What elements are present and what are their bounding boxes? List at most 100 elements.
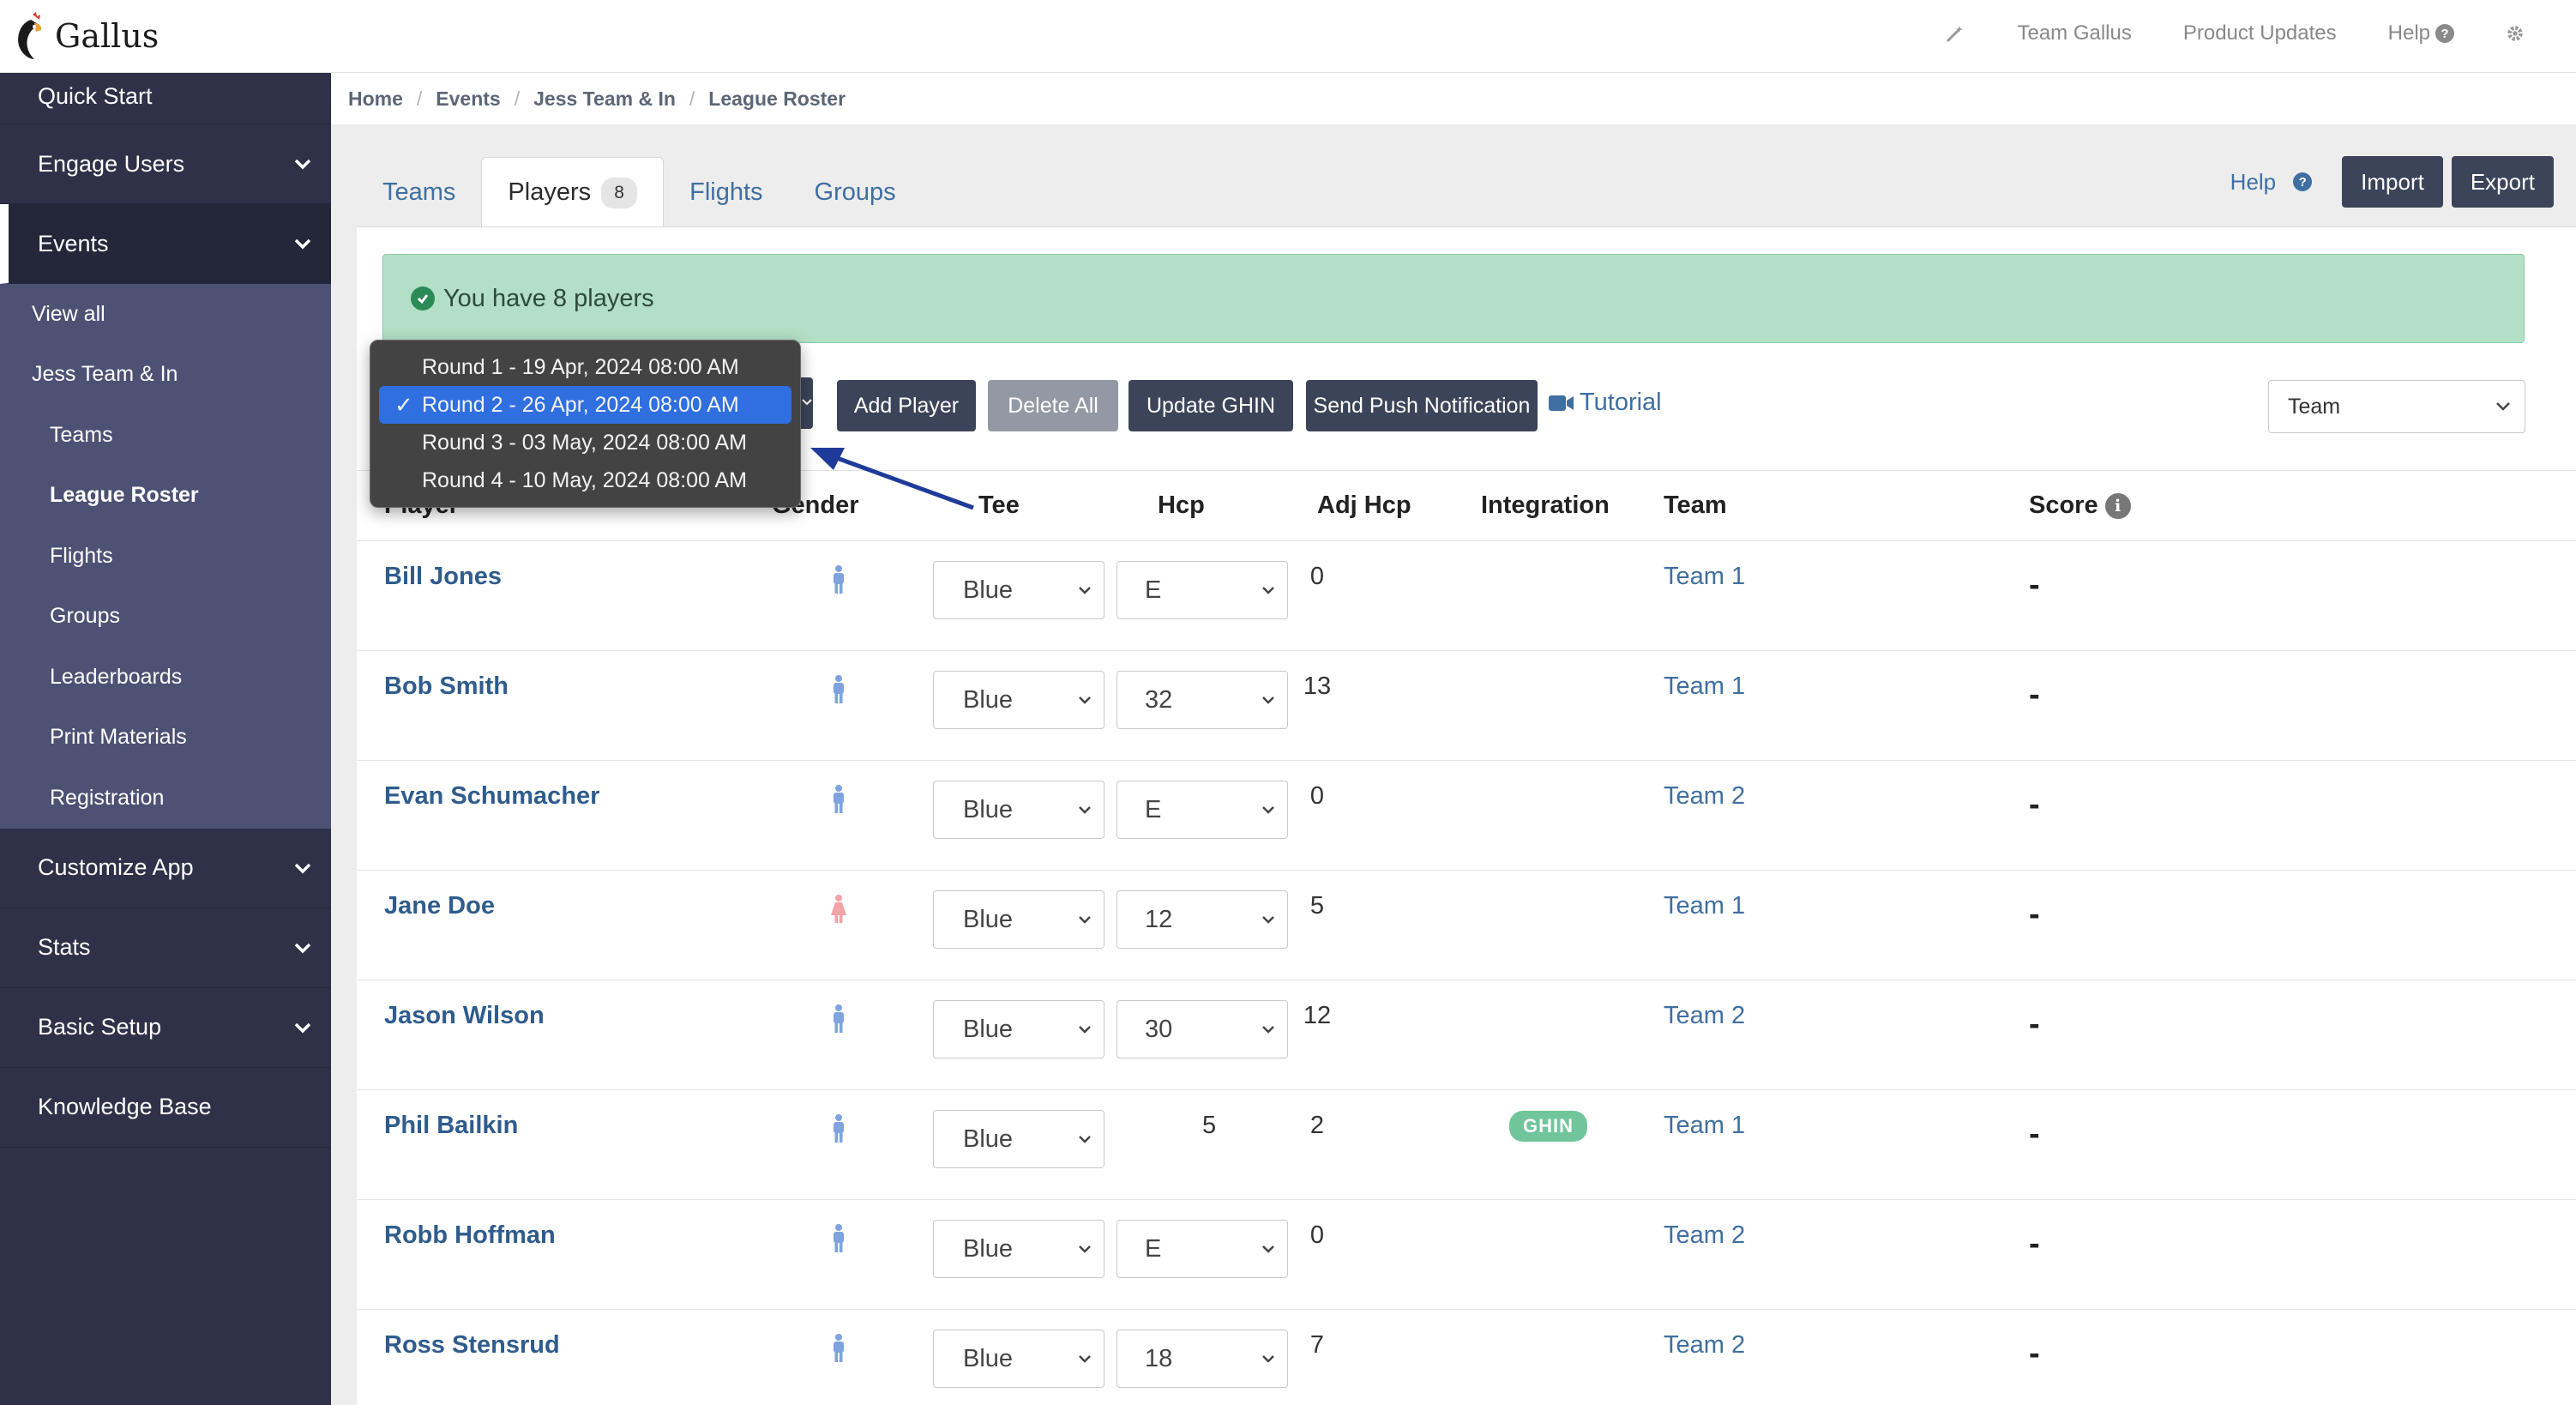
help-link[interactable]: Help? xyxy=(2388,21,2454,45)
header-tee[interactable]: Tee xyxy=(978,491,1020,520)
sidebar-item-leaderboards[interactable]: Leaderboards xyxy=(0,647,331,708)
player-name-link[interactable]: Bill Jones xyxy=(384,563,502,591)
round-option[interactable]: Round 4 - 10 May, 2024 08:00 AM xyxy=(379,461,791,499)
adj-hcp-value: 2 xyxy=(1309,1112,1325,1139)
round-select-chevron[interactable] xyxy=(801,377,813,429)
tee-select[interactable]: Blue xyxy=(933,1220,1104,1278)
tee-select[interactable]: Blue xyxy=(933,671,1104,729)
team-link[interactable]: Team 2 xyxy=(1664,1221,1745,1250)
tab-groups[interactable]: Groups xyxy=(789,157,922,227)
player-name-link[interactable]: Evan Schumacher xyxy=(384,782,599,811)
hcp-select[interactable]: E xyxy=(1116,781,1288,839)
breadcrumb: Home / Events / Jess Team & In / League Ros… xyxy=(331,73,2576,124)
team-link[interactable]: Team 1 xyxy=(1664,563,1745,591)
players-alert: You have 8 players xyxy=(382,254,2525,343)
sidebar-item-basic-setup[interactable]: Basic Setup xyxy=(0,988,331,1068)
sidebar-item-label: Events xyxy=(38,230,109,256)
header-hcp[interactable]: Hcp xyxy=(1158,491,1205,520)
sidebar-item-event-name[interactable]: Jess Team & In xyxy=(0,345,331,406)
question-icon[interactable]: ? xyxy=(2293,172,2313,191)
check-circle-icon xyxy=(411,286,435,311)
sidebar-item-knowledge-base[interactable]: Knowledge Base xyxy=(0,1068,331,1148)
rooster-logo-icon xyxy=(18,12,42,59)
round-option[interactable]: Round 3 - 03 May, 2024 08:00 AM xyxy=(379,424,791,461)
sidebar-item-teams[interactable]: Teams xyxy=(0,405,331,466)
header-adj-hcp[interactable]: Adj Hcp xyxy=(1317,491,1411,520)
tutorial-link[interactable]: Tutorial xyxy=(1549,389,1662,417)
chevron-down-icon xyxy=(1262,696,1274,704)
round-select-dropdown[interactable]: Round 1 - 19 Apr, 2024 08:00 AM ✓ Round 2… xyxy=(370,340,801,508)
header-integration[interactable]: Integration xyxy=(1481,491,1610,520)
tee-select[interactable]: Blue xyxy=(933,890,1104,949)
team-link[interactable]: Team 1 xyxy=(1664,672,1745,701)
breadcrumb-event[interactable]: Jess Team & In xyxy=(533,87,676,111)
round-option-selected[interactable]: ✓ Round 2 - 26 Apr, 2024 08:00 AM xyxy=(379,386,791,424)
breadcrumb-home[interactable]: Home xyxy=(348,87,403,111)
team-link[interactable]: Team 2 xyxy=(1664,1331,1745,1360)
header-score[interactable]: Score i xyxy=(2029,491,2131,520)
tab-teams[interactable]: Teams xyxy=(357,157,481,227)
tee-select[interactable]: Blue xyxy=(933,1000,1104,1058)
info-icon[interactable]: i xyxy=(2104,492,2131,519)
hcp-select[interactable]: E xyxy=(1116,1220,1288,1278)
team-link[interactable]: Team 2 xyxy=(1664,782,1745,811)
sidebar-item-stats[interactable]: Stats xyxy=(0,908,331,988)
sidebar-item-groups[interactable]: Groups xyxy=(0,587,331,648)
sidebar-item-flights[interactable]: Flights xyxy=(0,526,331,587)
team-gallus-link[interactable]: Team Gallus xyxy=(2017,21,2131,45)
sidebar-item-league-roster[interactable]: League Roster xyxy=(0,466,331,527)
update-ghin-button[interactable]: Update GHIN xyxy=(1129,380,1293,431)
tee-select[interactable]: Blue xyxy=(933,561,1104,619)
sidebar-item-engage-users[interactable]: Engage Users xyxy=(0,124,331,204)
delete-all-button[interactable]: Delete All xyxy=(988,380,1118,431)
team-link[interactable]: Team 1 xyxy=(1664,892,1745,920)
chevron-down-icon xyxy=(1079,587,1091,594)
group-by-select[interactable]: Team xyxy=(2268,380,2525,433)
player-name-link[interactable]: Robb Hoffman xyxy=(384,1221,556,1250)
hcp-select[interactable]: 12 xyxy=(1116,890,1288,949)
breadcrumb-events[interactable]: Events xyxy=(436,87,500,111)
hcp-select[interactable]: 30 xyxy=(1116,1000,1288,1058)
gallus-logo[interactable]: Gallus xyxy=(14,11,159,61)
table-row: Phil Bailkin Blue 5 2 GHIN Team 1 - xyxy=(357,1090,2576,1200)
tee-value: Blue xyxy=(963,1344,1014,1372)
roster-tabs: Teams Players 8 Flights Groups xyxy=(357,157,922,227)
import-button[interactable]: Import xyxy=(2342,156,2443,208)
tee-select[interactable]: Blue xyxy=(933,1110,1104,1168)
tee-select[interactable]: Blue xyxy=(933,781,1104,839)
header-team[interactable]: Team xyxy=(1664,491,1727,520)
sidebar-item-customize-app[interactable]: Customize App xyxy=(0,829,331,908)
team-link[interactable]: Team 2 xyxy=(1664,1002,1745,1030)
export-button[interactable]: Export xyxy=(2451,156,2554,208)
magic-wand-icon[interactable] xyxy=(1945,23,1965,44)
player-name-link[interactable]: Jason Wilson xyxy=(384,1002,545,1030)
send-push-notification-button[interactable]: Send Push Notification xyxy=(1306,380,1538,431)
round-option[interactable]: Round 1 - 19 Apr, 2024 08:00 AM xyxy=(379,348,791,386)
sidebar-item-registration[interactable]: Registration xyxy=(0,768,331,829)
male-icon xyxy=(834,1224,844,1252)
top-bar: Gallus Team Gallus Product Updates Help? xyxy=(0,0,2576,73)
tee-value: Blue xyxy=(963,795,1014,823)
product-updates-link[interactable]: Product Updates xyxy=(2183,21,2337,45)
player-name-link[interactable]: Bob Smith xyxy=(384,672,509,701)
tab-flights[interactable]: Flights xyxy=(664,157,788,227)
sidebar-item-quick-start[interactable]: Quick Start xyxy=(0,73,331,124)
tab-players[interactable]: Players 8 xyxy=(481,157,665,227)
help-link[interactable]: Help xyxy=(2230,169,2276,196)
chevron-down-icon xyxy=(1262,587,1274,594)
player-name-link[interactable]: Jane Doe xyxy=(384,892,495,920)
app-name: Gallus xyxy=(55,17,159,55)
sidebar-item-view-all[interactable]: View all xyxy=(0,284,331,345)
player-name-link[interactable]: Ross Stensrud xyxy=(384,1331,560,1360)
chevron-down-icon xyxy=(1079,1245,1091,1253)
hcp-select[interactable]: 18 xyxy=(1116,1330,1288,1388)
settings-gear-icon[interactable] xyxy=(2506,24,2525,43)
sidebar-item-print-materials[interactable]: Print Materials xyxy=(0,708,331,769)
sidebar-item-events[interactable]: Events xyxy=(0,204,331,284)
hcp-select[interactable]: E xyxy=(1116,561,1288,619)
tee-select[interactable]: Blue xyxy=(933,1330,1104,1388)
hcp-select[interactable]: 32 xyxy=(1116,671,1288,729)
player-name-link[interactable]: Phil Bailkin xyxy=(384,1112,518,1140)
team-link[interactable]: Team 1 xyxy=(1664,1112,1745,1140)
add-player-button[interactable]: Add Player xyxy=(837,380,976,431)
